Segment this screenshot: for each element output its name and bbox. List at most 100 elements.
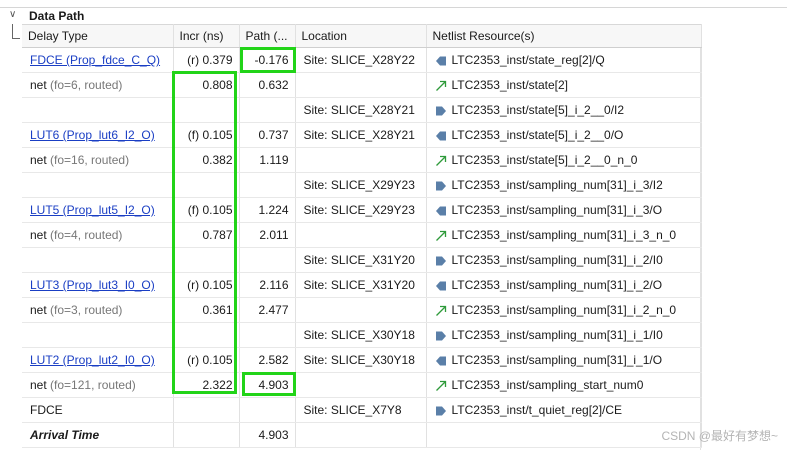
cell-netlist-resource[interactable]: LTC2353_inst/sampling_num[31]_i_3_n_0	[426, 222, 702, 248]
cell-path	[239, 172, 296, 198]
cell-netlist-resource[interactable]: LTC2353_inst/sampling_num[31]_i_3/I2	[426, 172, 702, 198]
table-row[interactable]: LUT6 (Prop_lut6_I2_O) (f) 0.105 0.737 Site:…	[22, 122, 702, 148]
net-arrow-icon	[435, 380, 447, 392]
delay-type-net: net	[30, 153, 47, 167]
delay-type-link[interactable]: FDCE (Prop_fdce_C_Q)	[30, 53, 160, 67]
pin-right-icon	[435, 255, 447, 267]
cell-location	[295, 422, 427, 448]
incr-edge: (r)	[187, 278, 200, 292]
location-value: Site: SLICE_X29Y23	[303, 203, 415, 217]
netlist-resource: LTC2353_inst/state[5]_i_2__0/O	[451, 128, 624, 142]
table-row[interactable]: Site: SLICE_X31Y20 LTC2353_inst/sampling_…	[22, 247, 702, 273]
cell-netlist-resource[interactable]: LTC2353_inst/state[5]_i_2__0_n_0	[426, 147, 702, 173]
cell-netlist-resource[interactable]: LTC2353_inst/state_reg[2]/Q	[426, 47, 702, 73]
incr-edge: (f)	[187, 203, 200, 217]
delay-type-link[interactable]: LUT6 (Prop_lut6_I2_O)	[30, 128, 155, 142]
cell-delay-type: net (fo=121, routed)	[22, 372, 174, 398]
cell-incr	[173, 322, 240, 348]
cell-netlist-resource[interactable]: LTC2353_inst/sampling_num[31]_i_3/O	[426, 197, 702, 223]
cell-location: Site: SLICE_X30Y18	[295, 322, 427, 348]
path-value: 0.737	[258, 128, 289, 142]
cell-netlist-resource[interactable]: LTC2353_inst/sampling_num[31]_i_2/I0	[426, 247, 702, 273]
netlist-resource: LTC2353_inst/state[2]	[451, 78, 569, 92]
incr-value: 0.105	[202, 278, 233, 292]
cell-location: Site: SLICE_X30Y18	[295, 347, 427, 373]
cell-path: 2.011	[239, 222, 296, 248]
table-row[interactable]: net (fo=121, routed) 2.322 4.903 LTC2353_i…	[22, 372, 702, 398]
column-header-delay-type[interactable]: Delay Type	[22, 24, 174, 48]
cell-location: Site: SLICE_X31Y20	[295, 247, 427, 273]
cell-delay-type: Arrival Time	[22, 422, 174, 448]
column-header-incr[interactable]: Incr (ns)	[173, 24, 240, 48]
pin-left-icon	[435, 55, 447, 67]
cell-delay-type: LUT3 (Prop_lut3_I0_O)	[22, 272, 174, 298]
cell-location	[295, 372, 427, 398]
chevron-down-icon[interactable]: ∨	[9, 9, 16, 20]
data-path-table: Delay Type Incr (ns) Path (... Location …	[22, 24, 702, 448]
cell-incr: (f) 0.105	[173, 122, 240, 148]
path-value: 2.116	[259, 278, 289, 292]
net-arrow-icon	[435, 230, 447, 242]
cell-location	[295, 297, 427, 323]
table-row[interactable]: LUT3 (Prop_lut3_I0_O) (r) 0.105 2.116 Site:…	[22, 272, 702, 298]
delay-type-link[interactable]: LUT3 (Prop_lut3_I0_O)	[30, 278, 155, 292]
incr-value: 0.787	[202, 228, 233, 242]
pin-left-icon	[435, 280, 447, 292]
table-row[interactable]: FDCE (Prop_fdce_C_Q) (r) 0.379 -0.176 Site:…	[22, 47, 702, 73]
incr-value: 0.105	[202, 128, 233, 142]
incr-value: 0.808	[202, 78, 233, 92]
incr-value: 0.105	[202, 353, 233, 367]
cell-delay-type	[22, 97, 174, 123]
cell-delay-type: FDCE (Prop_fdce_C_Q)	[22, 47, 174, 73]
cell-netlist-resource[interactable]: LTC2353_inst/sampling_num[31]_i_1/O	[426, 347, 702, 373]
cell-delay-type: net (fo=3, routed)	[22, 297, 174, 323]
netlist-resource: LTC2353_inst/sampling_num[31]_i_3/O	[451, 203, 663, 217]
netlist-resource: LTC2353_inst/sampling_start_num0	[451, 378, 644, 392]
cell-netlist-resource[interactable]	[426, 422, 702, 448]
cell-path	[239, 247, 296, 273]
netlist-resource: LTC2353_inst/sampling_num[31]_i_3/I2	[451, 178, 663, 192]
cell-path: 4.903	[239, 372, 296, 398]
table-row[interactable]: LUT2 (Prop_lut2_I0_O) (r) 0.105 2.582 Site:…	[22, 347, 702, 373]
cell-delay-type	[22, 172, 174, 198]
column-header-netlist-resource[interactable]: Netlist Resource(s)	[426, 24, 702, 48]
netlist-resource: LTC2353_inst/t_quiet_reg[2]/CE	[451, 403, 623, 417]
cell-path: 4.903	[239, 422, 296, 448]
pin-right-icon	[435, 405, 447, 417]
cell-netlist-resource[interactable]: LTC2353_inst/t_quiet_reg[2]/CE	[426, 397, 702, 423]
cell-netlist-resource[interactable]: LTC2353_inst/state[5]_i_2__0/O	[426, 122, 702, 148]
table-row[interactable]: Site: SLICE_X28Y21 LTC2353_inst/state[5]_…	[22, 97, 702, 123]
delay-type-link[interactable]: LUT5 (Prop_lut5_I2_O)	[30, 203, 155, 217]
cell-incr	[173, 397, 240, 423]
netlist-resource: LTC2353_inst/sampling_num[31]_i_1/O	[451, 353, 663, 367]
table-row[interactable]: FDCE Site: SLICE_X7Y8 LTC2353_inst/t_quiet…	[22, 397, 702, 423]
table-row[interactable]: LUT5 (Prop_lut5_I2_O) (f) 0.105 1.224 Site:…	[22, 197, 702, 223]
netlist-resource: LTC2353_inst/sampling_num[31]_i_3_n_0	[451, 228, 677, 242]
net-arrow-icon	[435, 305, 447, 317]
location-value: Site: SLICE_X30Y18	[303, 353, 415, 367]
column-header-path[interactable]: Path (...	[239, 24, 296, 48]
column-header-location[interactable]: Location	[295, 24, 427, 48]
cell-path: 0.632	[239, 72, 296, 98]
cell-netlist-resource[interactable]: LTC2353_inst/sampling_start_num0	[426, 372, 702, 398]
cell-netlist-resource[interactable]: LTC2353_inst/sampling_num[31]_i_1/I0	[426, 322, 702, 348]
table-row[interactable]: net (fo=6, routed) 0.808 0.632 LTC2353_ins…	[22, 72, 702, 98]
cell-netlist-resource[interactable]: LTC2353_inst/state[5]_i_2__0/I2	[426, 97, 702, 123]
table-row[interactable]: Arrival Time 4.903	[22, 422, 702, 448]
pin-right-icon	[435, 180, 447, 192]
delay-type-link[interactable]: LUT2 (Prop_lut2_I0_O)	[30, 353, 155, 367]
table-row[interactable]: Site: SLICE_X29Y23 LTC2353_inst/sampling_…	[22, 172, 702, 198]
table-row[interactable]: net (fo=3, routed) 0.361 2.477 LTC2353_ins…	[22, 297, 702, 323]
table-row[interactable]: net (fo=16, routed) 0.382 1.119 LTC2353_in…	[22, 147, 702, 173]
table-row[interactable]: net (fo=4, routed) 0.787 2.011 LTC2353_ins…	[22, 222, 702, 248]
cell-location: Site: SLICE_X31Y20	[295, 272, 427, 298]
fanout-text: (fo=6, routed)	[50, 78, 123, 92]
table-row[interactable]: Site: SLICE_X30Y18 LTC2353_inst/sampling_…	[22, 322, 702, 348]
cell-netlist-resource[interactable]: LTC2353_inst/sampling_num[31]_i_2/O	[426, 272, 702, 298]
section-header-data-path[interactable]: ∨ Data Path	[0, 8, 787, 24]
location-value: Site: SLICE_X29Y23	[303, 178, 415, 192]
cell-incr	[173, 172, 240, 198]
cell-netlist-resource[interactable]: LTC2353_inst/sampling_num[31]_i_2_n_0	[426, 297, 702, 323]
cell-netlist-resource[interactable]: LTC2353_inst/state[2]	[426, 72, 702, 98]
cell-path	[239, 97, 296, 123]
